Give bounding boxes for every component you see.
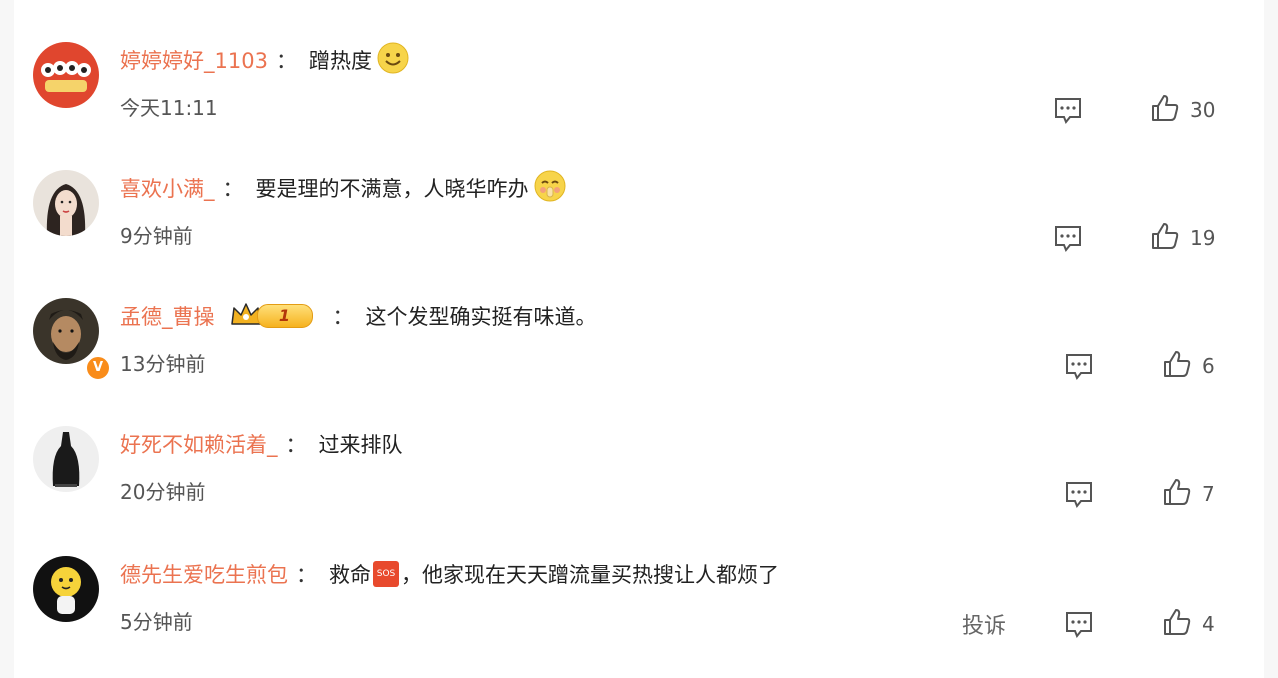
sos-emoji-icon: SOS	[373, 561, 399, 587]
colon: ：	[222, 177, 244, 201]
avatar[interactable]	[33, 298, 99, 364]
comment-time: 今天11:11	[120, 96, 218, 120]
comment-text: 过来排队	[318, 433, 403, 457]
comment-line: 喜欢小满_ ： 要是理的不满意，人晓华咋办	[120, 170, 567, 204]
comment-item: 婷婷婷好_1103 ： 蹭热度 今天11:11 30	[14, 0, 1264, 128]
comment-text: 这个发型确实挺有味道。	[365, 305, 597, 329]
thumbs-up-icon	[1150, 221, 1180, 255]
comment-time: 20分钟前	[120, 480, 206, 504]
comment-icon	[1063, 612, 1095, 644]
smile-emoji-icon	[376, 41, 410, 80]
reply-button[interactable]	[1052, 94, 1084, 126]
comment-item: 喜欢小满_ ： 要是理的不满意，人晓华咋办 9分钟前 19	[14, 128, 1264, 256]
like-count: 4	[1202, 612, 1215, 636]
colon: ：	[285, 433, 307, 457]
like-button[interactable]: 19	[1150, 221, 1215, 255]
like-button[interactable]: 4	[1162, 607, 1215, 641]
comment-line: 孟德_曹操 1 ： 这个发型确实挺有味道。	[120, 300, 597, 332]
username-link[interactable]: 婷婷婷好_1103	[120, 45, 268, 75]
vip-badge[interactable]: 1	[229, 300, 313, 333]
avatar[interactable]	[33, 42, 99, 108]
comment-line: 德先生爱吃生煎包 ： 救命 SOS ，他家现在天天蹭流量买热搜让人都烦了	[120, 558, 779, 590]
username-link[interactable]: 孟德_曹操	[120, 301, 215, 331]
colon: ：	[296, 563, 317, 587]
avatar[interactable]	[33, 426, 99, 492]
like-count: 19	[1190, 226, 1216, 250]
comment-time: 9分钟前	[120, 224, 193, 248]
comment-icon	[1063, 482, 1095, 514]
like-count: 30	[1190, 98, 1216, 122]
thumbs-up-icon	[1150, 93, 1180, 127]
comment-list: 婷婷婷好_1103 ： 蹭热度 今天11:11 30 喜欢小满_ ： 要是理的不…	[14, 0, 1264, 678]
reply-button[interactable]	[1052, 222, 1084, 254]
username-link[interactable]: 好死不如赖活着_	[120, 429, 278, 459]
like-count: 7	[1202, 482, 1215, 506]
colon: ：	[332, 305, 354, 329]
comment-time: 13分钟前	[120, 352, 206, 376]
comment-text: 要是理的不满意，人晓华咋办	[255, 177, 529, 201]
username-link[interactable]: 德先生爱吃生煎包	[120, 559, 288, 589]
comment-item: V 孟德_曹操 1 ： 这个发型确实挺有味道。 13分钟前 6	[14, 256, 1264, 384]
thumbs-up-icon	[1162, 349, 1192, 383]
like-button[interactable]: 30	[1150, 93, 1215, 127]
thumbs-up-icon	[1162, 607, 1192, 641]
username-link[interactable]: 喜欢小满_	[120, 173, 215, 203]
vip-level: 1	[256, 304, 313, 328]
comment-line: 婷婷婷好_1103 ： 蹭热度	[120, 42, 410, 76]
avatar[interactable]	[33, 556, 99, 622]
like-button[interactable]: 6	[1162, 349, 1215, 383]
colon: ：	[275, 49, 297, 73]
report-link[interactable]: 投诉	[962, 608, 1006, 640]
verified-badge: V	[85, 355, 111, 381]
comment-text-after: ，他家现在天天蹭流量买热搜让人都烦了	[401, 563, 779, 587]
reply-button[interactable]	[1063, 350, 1095, 382]
like-count: 6	[1202, 354, 1215, 378]
reply-button[interactable]	[1063, 478, 1095, 510]
reply-button[interactable]	[1063, 608, 1095, 640]
comment-line: 好死不如赖活着_ ： 过来排队	[120, 428, 403, 460]
avatar[interactable]	[33, 170, 99, 236]
like-button[interactable]: 7	[1162, 477, 1215, 511]
comment-text: 蹭热度	[308, 49, 372, 73]
shy-emoji-icon	[533, 169, 567, 208]
comment-item: 德先生爱吃生煎包 ： 救命 SOS ，他家现在天天蹭流量买热搜让人都烦了 5分钟…	[14, 514, 1264, 642]
comment-time: 5分钟前	[120, 610, 193, 634]
thumbs-up-icon	[1162, 477, 1192, 511]
comment-text-before: 救命	[329, 563, 371, 587]
comment-item: 好死不如赖活着_ ： 过来排队 20分钟前 7	[14, 384, 1264, 512]
